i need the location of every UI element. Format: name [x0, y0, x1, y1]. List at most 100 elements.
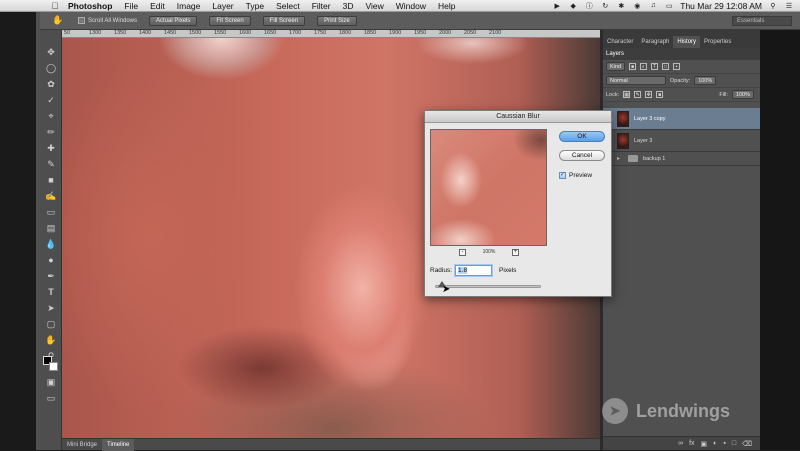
type-tool-icon[interactable]: T — [45, 286, 57, 298]
screen-mode-icon[interactable]: ▭ — [45, 392, 57, 404]
eraser-tool-icon[interactable]: ▭ — [45, 206, 57, 218]
layer-group-row[interactable]: ▸ backup 1 — [603, 152, 760, 166]
gradient-tool-icon[interactable]: ▤ — [45, 222, 57, 234]
menu-window[interactable]: Window — [390, 1, 432, 11]
stamp-tool-icon[interactable]: ■ — [45, 174, 57, 186]
ruler-tick-label: 1600 — [239, 30, 252, 36]
dropbox-icon[interactable]: ◆ — [568, 2, 578, 10]
menu-filter[interactable]: Filter — [306, 1, 337, 11]
menu-help[interactable]: Help — [432, 1, 461, 11]
fx-icon[interactable]: fx — [689, 440, 694, 447]
far-right-strip — [760, 30, 800, 450]
healing-tool-icon[interactable]: ✚ — [45, 142, 57, 154]
lock-transparent-icon[interactable]: ▦ — [623, 91, 631, 98]
fit-screen-button[interactable]: Fit Screen — [209, 15, 251, 26]
eyedropper-tool-icon[interactable]: ✏ — [45, 126, 57, 138]
info-icon[interactable]: ⓘ — [584, 2, 594, 10]
notification-list-icon[interactable]: ☰ — [784, 2, 794, 10]
background-color-swatch[interactable] — [49, 362, 58, 371]
quick-select-tool-icon[interactable]: ✓ — [45, 94, 57, 106]
new-layer-icon[interactable]: □ — [732, 440, 736, 447]
menu-edit[interactable]: Edit — [144, 1, 171, 11]
apple-icon[interactable]:  — [48, 1, 62, 11]
dodge-tool-icon[interactable]: ● — [45, 254, 57, 266]
tab-paragraph[interactable]: Paragraph — [637, 36, 673, 48]
zoom-in-button[interactable]: + — [511, 248, 519, 256]
marquee-tool-icon[interactable]: ◯ — [45, 62, 57, 74]
tab-properties[interactable]: Properties — [700, 36, 735, 48]
cancel-button[interactable]: Cancel — [559, 150, 605, 161]
lasso-tool-icon[interactable]: ✿ — [45, 78, 57, 90]
tab-character[interactable]: Character — [603, 36, 637, 48]
layer-name[interactable]: Layer 3 copy — [634, 116, 666, 122]
fill-input[interactable]: 100% — [731, 90, 754, 99]
volume-icon[interactable]: ♫ — [648, 2, 658, 10]
expand-triangle-icon[interactable]: ▸ — [617, 155, 620, 162]
tab-mini-bridge[interactable]: Mini Bridge — [62, 439, 102, 451]
radius-slider-track[interactable] — [435, 285, 541, 288]
hand-tool-icon[interactable]: ✋ — [52, 15, 66, 26]
layer-row[interactable]: Layer 3 — [603, 130, 760, 152]
zoom-out-button[interactable]: - — [459, 248, 466, 256]
lock-image-icon[interactable]: ✎ — [634, 91, 642, 98]
blur-tool-icon[interactable]: 💧 — [45, 238, 57, 250]
battery-icon[interactable]: ▭ — [664, 2, 674, 10]
tab-layers[interactable]: Layers — [603, 48, 760, 60]
bluetooth-icon[interactable]: ✱ — [616, 2, 626, 10]
crop-tool-icon[interactable]: ⌖ — [45, 110, 57, 122]
adjustment-filter-icon[interactable]: ◐ — [640, 63, 648, 70]
wifi-icon[interactable]: ◉ — [632, 2, 642, 10]
radius-input[interactable]: 1.8 — [455, 264, 493, 276]
ok-button[interactable]: OK — [559, 131, 605, 142]
blur-preview[interactable] — [430, 129, 547, 246]
mask-icon[interactable]: ▣ — [701, 440, 708, 448]
timemachine-icon[interactable]: ↻ — [600, 2, 610, 10]
print-size-button[interactable]: Print Size — [317, 15, 357, 26]
trash-icon[interactable]: ⌫ — [742, 440, 752, 448]
lock-position-icon[interactable]: ✥ — [645, 91, 653, 98]
layer-name[interactable]: backup 1 — [643, 156, 665, 162]
shape-tool-icon[interactable]: ▢ — [45, 318, 57, 330]
fill-screen-button[interactable]: Fill Screen — [262, 15, 306, 26]
menu-3d[interactable]: 3D — [337, 1, 360, 11]
path-select-tool-icon[interactable]: ➤ — [45, 302, 57, 314]
link-layers-icon[interactable]: ∞ — [678, 440, 683, 447]
brush-tool-icon[interactable]: ✎ — [45, 158, 57, 170]
menu-app[interactable]: Photoshop — [62, 1, 118, 11]
blend-mode-select[interactable]: Normal — [606, 76, 666, 85]
new-group-icon[interactable]: ▪ — [723, 440, 725, 447]
tab-history[interactable]: History — [673, 36, 701, 48]
history-brush-tool-icon[interactable]: ✍ — [45, 190, 57, 202]
preview-checkbox[interactable]: ✓ — [559, 171, 566, 179]
pen-tool-icon[interactable]: ✒ — [45, 270, 57, 282]
hand-tool-button-icon[interactable]: ✋ — [45, 334, 57, 346]
lock-all-icon[interactable]: ■ — [656, 91, 664, 98]
shape-filter-icon[interactable]: □ — [662, 63, 670, 70]
spotlight-search-icon[interactable]: ⚲ — [768, 2, 778, 10]
menu-image[interactable]: Image — [171, 1, 207, 11]
ruler-tick-label: 1900 — [389, 30, 402, 36]
tab-timeline[interactable]: Timeline — [102, 438, 135, 451]
opacity-input[interactable]: 100% — [694, 76, 717, 85]
menu-file[interactable]: File — [118, 1, 144, 11]
move-tool-icon[interactable]: ✥ — [45, 46, 57, 58]
camera-icon[interactable]: ▶ — [552, 2, 562, 10]
menu-layer[interactable]: Layer — [206, 1, 239, 11]
clock[interactable]: Thu Mar 29 12:08 AM — [680, 1, 762, 11]
actual-pixels-button[interactable]: Actual Pixels — [149, 15, 198, 26]
type-filter-icon[interactable]: T — [651, 63, 659, 70]
layer-row[interactable]: ◉ Layer 3 copy — [603, 108, 760, 130]
smart-object-filter-icon[interactable]: ▪ — [673, 63, 681, 70]
workspace-select[interactable]: Essentials — [732, 15, 792, 26]
quick-mask-icon[interactable]: ▣ — [45, 376, 57, 388]
kind-filter-select[interactable]: Kind — [606, 62, 626, 71]
menu-view[interactable]: View — [359, 1, 389, 11]
adjustment-layer-icon[interactable]: ◐ — [713, 440, 717, 447]
menu-select[interactable]: Select — [270, 1, 306, 11]
dialog-title[interactable]: Caussian Blur — [425, 111, 611, 123]
radius-row: Radius: 1.8 Pixels — [430, 264, 516, 276]
menu-type[interactable]: Type — [240, 1, 270, 11]
layer-name[interactable]: Layer 3 — [634, 138, 652, 144]
scroll-all-checkbox[interactable] — [78, 17, 85, 24]
pixel-filter-icon[interactable]: ■ — [629, 63, 637, 70]
